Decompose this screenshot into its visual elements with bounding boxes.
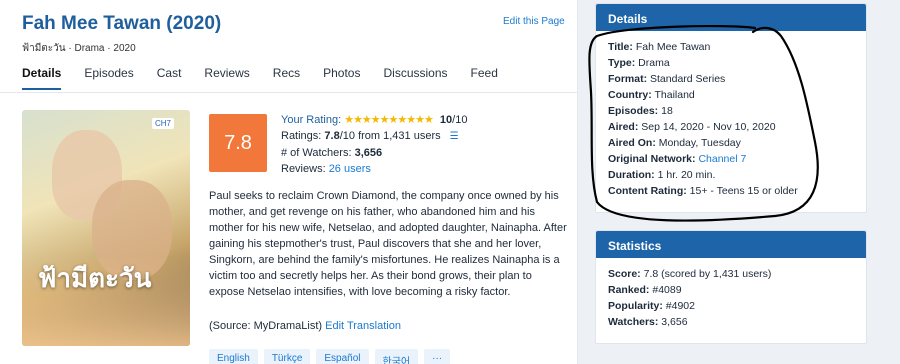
synopsis-text: Paul seeks to reclaim Crown Diamond, the… (209, 190, 567, 298)
details-row: Original Network: Channel 7 (608, 151, 854, 167)
network-link[interactable]: Channel 7 (698, 153, 746, 165)
edit-translation-link[interactable]: Edit Translation (325, 320, 401, 332)
details-row: Aired: Sep 14, 2020 - Nov 10, 2020 (608, 119, 854, 135)
stats-row: Score: 7.8 (scored by 1,431 users) (608, 266, 854, 282)
details-row: Episodes: 18 (608, 103, 854, 119)
main-card: Fah Mee Tawan (2020) Edit this Page ฟ้าม… (0, 0, 578, 364)
details-label: Episodes: (608, 105, 659, 117)
details-value: Drama (638, 57, 670, 69)
poster-image[interactable]: CH7 ฟ้ามีตะวัน (22, 110, 190, 346)
statistics-card: Statistics Score: 7.8 (scored by 1,431 u… (595, 230, 867, 344)
stats-label: Watchers: (608, 316, 659, 328)
details-heading: Details (596, 4, 866, 31)
native-title-line: ฟ้ามีตะวัน · Drama · 2020 (22, 43, 136, 54)
your-rating-line: Your Rating: ★★★★★★★★★★ 10/10 (281, 112, 467, 128)
details-label: Original Network: (608, 153, 696, 165)
details-label: Content Rating: (608, 185, 687, 197)
details-label: Aired: (608, 121, 639, 133)
details-value: Thailand (654, 89, 695, 101)
details-value: 15+ - Teens 15 or older (689, 185, 798, 197)
ratings-label: Ratings: (281, 130, 322, 142)
reviews-label: Reviews: (281, 163, 326, 175)
lang-turkish-button[interactable]: Türkçe (263, 349, 311, 364)
ratings-suffix: /10 from 1,431 users (339, 130, 441, 142)
details-label: Type: (608, 57, 636, 69)
channel-badge: CH7 (152, 118, 175, 129)
ratings-list-icon[interactable]: ☰ (450, 131, 459, 142)
your-rating-label: Your Rating: (281, 114, 342, 126)
details-row: Type: Drama (608, 55, 854, 71)
your-rating-value: 10 (439, 114, 453, 126)
source-prefix: (Source: MyDramaList) (209, 320, 323, 332)
details-list: Title: Fah Mee Tawan Type: Drama Format:… (596, 31, 866, 199)
details-label: Duration: (608, 169, 655, 181)
details-value: Monday, Tuesday (658, 137, 741, 149)
tab-reviews[interactable]: Reviews (204, 66, 249, 90)
stats-value: 7.8 (scored by 1,431 users) (643, 268, 772, 280)
details-card: Details Title: Fah Mee Tawan Type: Drama… (595, 3, 867, 213)
details-row: Content Rating: 15+ - Teens 15 or older (608, 183, 854, 199)
details-value: Fah Mee Tawan (635, 41, 711, 53)
details-label: Format: (608, 73, 648, 85)
lang-spanish-button[interactable]: Español (316, 349, 369, 364)
stats-row: Watchers: 3,656 (608, 314, 854, 330)
stats-row: Popularity: #4902 (608, 298, 854, 314)
details-label: Country: (608, 89, 652, 101)
stats-value: #4089 (652, 284, 682, 296)
statistics-heading: Statistics (596, 231, 866, 258)
details-value: Standard Series (650, 73, 726, 85)
tab-cast[interactable]: Cast (157, 66, 182, 90)
details-row: Duration: 1 hr. 20 min. (608, 167, 854, 183)
edit-page-link[interactable]: Edit this Page (503, 16, 565, 27)
watchers-label: # of Watchers: (281, 147, 352, 159)
stats-label: Score: (608, 268, 641, 280)
score-box: 7.8 (209, 114, 267, 172)
tab-episodes[interactable]: Episodes (84, 66, 133, 90)
stats-row: Ranked: #4089 (608, 282, 854, 298)
rating-info: Your Rating: ★★★★★★★★★★ 10/10 Ratings: 7… (281, 112, 467, 177)
poster-logo-text: ฟ้ามีตะวัน (38, 264, 152, 294)
lang-korean-button[interactable]: 한국어 (374, 349, 419, 364)
details-value: Sep 14, 2020 - Nov 10, 2020 (641, 121, 776, 133)
page-title: Fah Mee Tawan (2020) (22, 13, 222, 34)
your-rating-max: /10 (452, 114, 468, 126)
source-line: (Source: MyDramaList) Edit Translation (209, 320, 401, 332)
details-label: Aired On: (608, 137, 656, 149)
reviews-link[interactable]: 26 users (329, 163, 371, 175)
details-row: Format: Standard Series (608, 71, 854, 87)
tab-recs[interactable]: Recs (273, 66, 300, 90)
details-value: 1 hr. 20 min. (657, 169, 716, 181)
ratings-line: Ratings: 7.8/10 from 1,431 users ☰ (281, 128, 467, 145)
tabs-divider (0, 92, 578, 93)
tab-bar: Details Episodes Cast Reviews Recs Photo… (22, 66, 521, 90)
lang-more-button[interactable]: ··· (424, 349, 451, 364)
language-pills: English Türkçe Español 한국어 ··· (209, 349, 451, 364)
details-label: Title: (608, 41, 633, 53)
star-rating-icons[interactable]: ★★★★★★★★★★ (344, 114, 434, 126)
watchers-line: # of Watchers: 3,656 (281, 145, 467, 161)
details-row: Country: Thailand (608, 87, 854, 103)
details-row: Title: Fah Mee Tawan (608, 39, 854, 55)
stats-value: #4902 (665, 300, 695, 312)
reviews-line: Reviews: 26 users (281, 161, 467, 177)
tab-feed[interactable]: Feed (471, 66, 498, 90)
lang-english-button[interactable]: English (209, 349, 258, 364)
stats-label: Popularity: (608, 300, 663, 312)
details-row: Aired On: Monday, Tuesday (608, 135, 854, 151)
watchers-value: 3,656 (354, 147, 383, 159)
stats-value: 3,656 (661, 316, 688, 328)
tab-details[interactable]: Details (22, 66, 62, 90)
details-value: 18 (661, 105, 673, 117)
ratings-value: 7.8 (324, 130, 340, 142)
statistics-list: Score: 7.8 (scored by 1,431 users) Ranke… (596, 258, 866, 330)
tab-photos[interactable]: Photos (323, 66, 360, 90)
stats-label: Ranked: (608, 284, 650, 296)
tab-discussions[interactable]: Discussions (383, 66, 447, 90)
